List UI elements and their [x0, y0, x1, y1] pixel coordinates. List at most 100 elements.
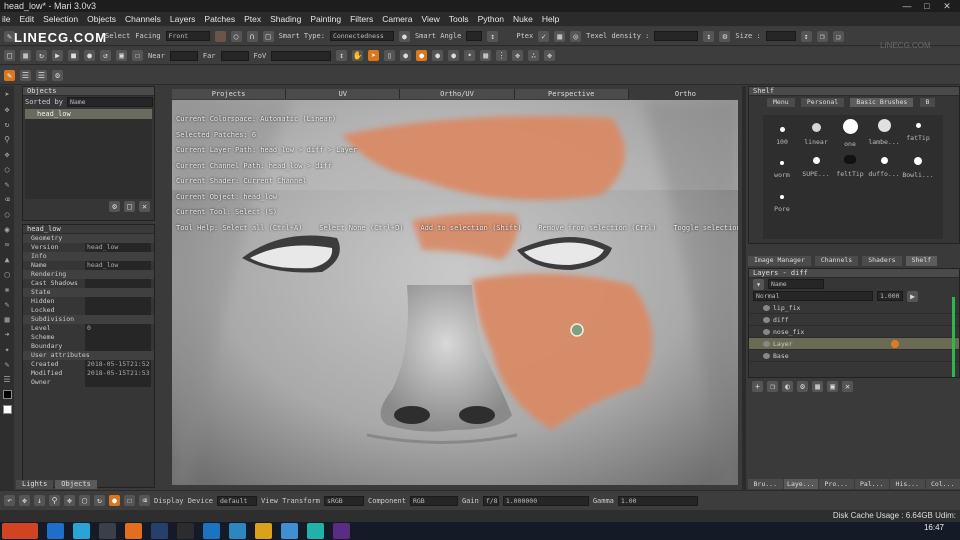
property-section[interactable]: Geometry [23, 234, 154, 243]
rotate-tool-icon[interactable]: ↻ [5, 120, 10, 129]
panel-splitter[interactable] [742, 86, 746, 490]
eye-icon[interactable] [763, 317, 770, 323]
tab-shelf[interactable]: Shelf [905, 256, 938, 266]
opacity-slider-icon[interactable]: ▶ [907, 290, 918, 302]
tab-objects[interactable]: Objects [55, 480, 97, 489]
menu-shading[interactable]: Shading [270, 12, 301, 26]
object-settings-icon[interactable]: ⚙ [109, 201, 120, 212]
erase-tool-icon[interactable]: ⌫ [5, 195, 10, 204]
layer-row[interactable]: lip_fix [749, 302, 959, 314]
menu-painting[interactable]: Painting [310, 12, 341, 26]
save-icon[interactable]: ▦ [20, 50, 31, 61]
taskbar-app-mail[interactable] [281, 523, 298, 539]
layer-mask-icon[interactable]: ◐ [782, 381, 793, 392]
size-field[interactable] [765, 31, 796, 41]
brush-soft-icon[interactable]: ● [432, 50, 444, 61]
shelf-tab-b[interactable]: B [919, 98, 936, 107]
object-delete-icon[interactable]: ✕ [139, 201, 150, 212]
smart-angle-field[interactable] [466, 31, 483, 41]
stack-icon[interactable]: ☰ [36, 69, 47, 81]
property-section[interactable]: Info [23, 252, 154, 261]
menu-channels[interactable]: Channels [125, 12, 161, 26]
grid-icon[interactable]: ▦ [554, 30, 566, 42]
sorted-by-select[interactable]: Name [66, 96, 153, 107]
stamp-icon[interactable]: ▩ [480, 50, 492, 61]
property-section[interactable]: State [23, 288, 154, 297]
property-value[interactable] [85, 378, 151, 387]
sphere-icon[interactable]: ● [398, 30, 410, 42]
fov-stepper-icon[interactable]: ↕ [336, 50, 348, 61]
transform-icon[interactable]: ✥ [19, 495, 30, 506]
tab-ortho[interactable]: Ortho [628, 89, 744, 99]
property-value[interactable] [85, 333, 151, 342]
eyedropper-icon[interactable]: ✎ [5, 300, 10, 309]
move-tool-icon[interactable]: ✥ [5, 105, 10, 114]
near-field[interactable] [169, 50, 198, 61]
scatter-icon[interactable]: ∴ [528, 50, 540, 61]
zoom-icon[interactable]: ⚲ [49, 495, 60, 506]
grid-tool-icon[interactable]: ▦ [5, 315, 10, 324]
texel-density-field[interactable] [654, 31, 699, 41]
wand-tool-icon[interactable]: ✦ [5, 345, 10, 354]
tab-history[interactable]: His... [890, 479, 925, 489]
hand-icon[interactable]: ✋ [352, 50, 364, 61]
paint-pointer-icon[interactable]: ➤ [368, 50, 380, 61]
paint-target-icon[interactable] [891, 340, 899, 348]
taskbar-app-viewer[interactable] [151, 523, 168, 539]
object-import-icon[interactable]: □ [124, 201, 135, 212]
layer-row[interactable]: diff [749, 314, 959, 326]
pan-icon[interactable]: ✥ [64, 495, 75, 506]
brush-bowling[interactable]: Bowli... [901, 157, 935, 179]
close-icon[interactable]: ✕ [938, 0, 956, 12]
brush-fattip[interactable]: fatTip [901, 123, 935, 142]
layer-filter-icon[interactable]: ▾ [753, 278, 764, 290]
taskbar-app-zbrush[interactable] [99, 523, 116, 539]
tab-layers[interactable]: Laye... [783, 479, 818, 489]
property-value[interactable] [85, 279, 151, 288]
fill-tool-icon[interactable]: ▲ [5, 255, 10, 264]
foreground-color-swatch[interactable] [2, 390, 12, 399]
slice-tool-icon[interactable]: ▢ [5, 270, 10, 279]
brush-super[interactable]: SUPE... [799, 157, 833, 178]
3d-viewport[interactable]: Current Colorspace: Automatic (Linear) S… [172, 100, 738, 485]
tab-shaders[interactable]: Shaders [862, 256, 902, 266]
paint-buffer-icon[interactable]: ● [109, 495, 120, 506]
pointer-tool-icon[interactable]: ➜ [5, 330, 10, 339]
lasso-icon[interactable]: ○ [230, 30, 242, 42]
marquee-icon[interactable]: □ [262, 30, 274, 42]
gain-field[interactable]: 1.000000 [502, 495, 589, 506]
procedural-layer-icon[interactable]: ▦ [812, 381, 823, 392]
taskbar-app-chrome[interactable] [229, 523, 246, 539]
camera-icon[interactable]: ▣ [116, 50, 127, 61]
property-value[interactable]: 2018-05-15T21:53 [85, 369, 151, 378]
layers-icon[interactable]: ☰ [20, 69, 31, 81]
paint-mode-icon[interactable]: ✎ [4, 69, 15, 81]
move-icon[interactable]: ✥ [512, 50, 524, 61]
tab-uv[interactable]: UV [286, 89, 401, 99]
tab-channels[interactable]: Channels [814, 256, 859, 266]
menu-edit[interactable]: Edit [20, 12, 35, 26]
gear-icon[interactable]: ⚙ [52, 69, 63, 81]
stop-icon[interactable]: ■ [68, 50, 79, 61]
file-open-icon[interactable]: □ [4, 50, 15, 61]
object-row-head-low[interactable]: head_low [25, 109, 152, 119]
far-field[interactable] [220, 50, 249, 61]
tab-lights[interactable]: Lights [16, 480, 54, 489]
adjustment-layer-icon[interactable]: ⚙ [797, 381, 808, 392]
brush-felttip[interactable]: feltTip [833, 155, 867, 178]
property-value[interactable]: 0 [85, 324, 151, 333]
component-select[interactable]: RGB [409, 495, 458, 506]
clear-icon[interactable]: ⌫ [139, 495, 150, 506]
texel-stepper-icon[interactable]: ↕ [703, 30, 715, 42]
stepper-icon[interactable]: ↕ [487, 30, 499, 42]
menu-layers[interactable]: Layers [170, 12, 196, 26]
property-value[interactable] [85, 342, 151, 351]
gain-stop-field[interactable]: f/8 [482, 495, 499, 506]
menu-selection[interactable]: Selection [43, 12, 78, 26]
property-value[interactable]: head_low [85, 243, 151, 252]
duplicate-layer-icon[interactable]: ❐ [767, 381, 778, 392]
eye-icon[interactable] [763, 353, 770, 359]
blur-tool-icon[interactable]: ◉ [5, 225, 10, 234]
property-value[interactable]: 2018-05-15T21:52 [85, 360, 151, 369]
background-color-swatch[interactable] [2, 405, 12, 414]
